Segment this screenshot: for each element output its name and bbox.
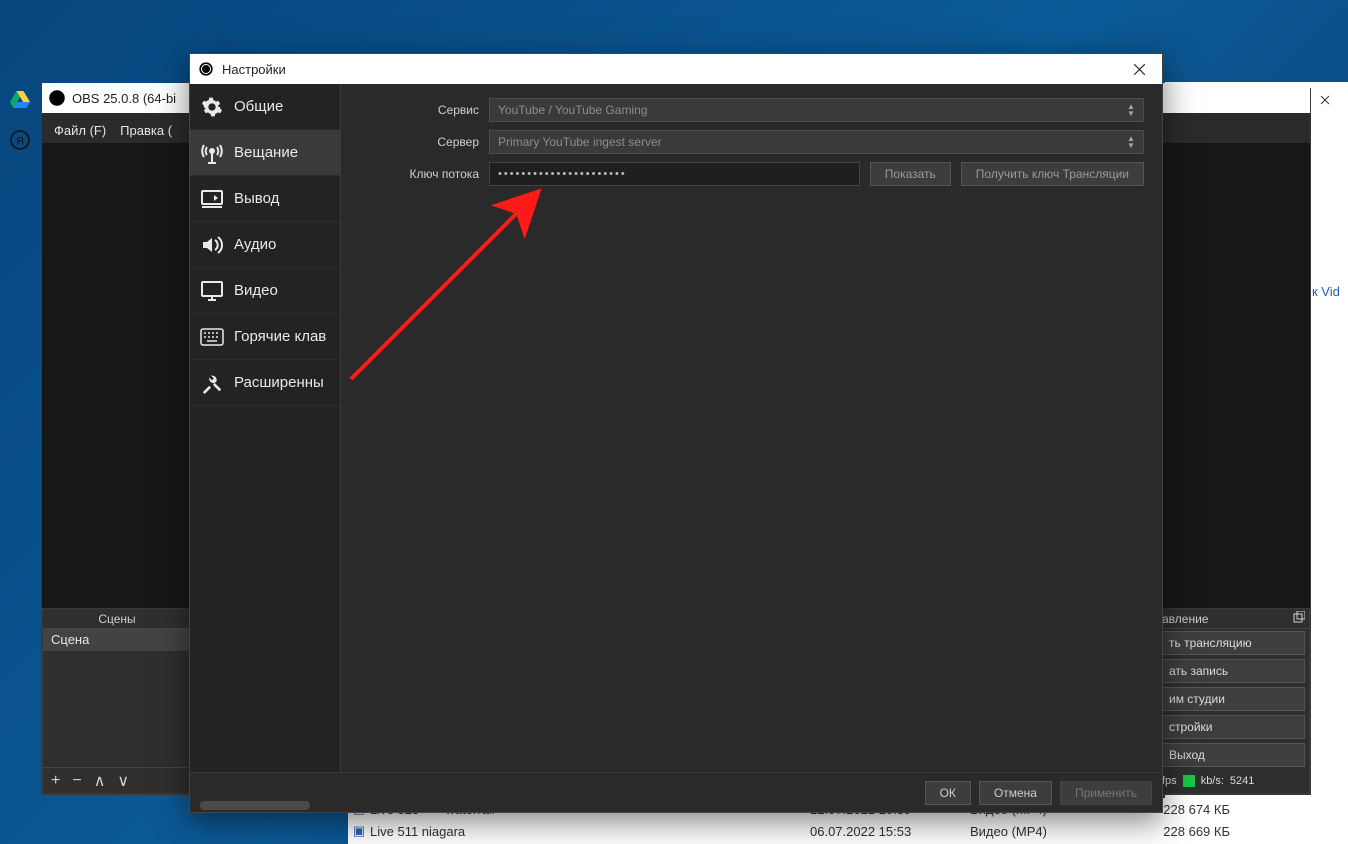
scene-up-button[interactable]: ∧	[94, 771, 106, 791]
category-general[interactable]: Общие	[190, 84, 340, 130]
video-icon	[200, 279, 224, 303]
settings-title: Настройки	[222, 62, 286, 77]
show-key-button[interactable]: Показать	[870, 162, 951, 186]
server-select[interactable]: Primary YouTube ingest server ▲▼	[489, 130, 1144, 154]
obs-title-text: OBS 25.0.8 (64-bi	[72, 91, 176, 106]
file-row[interactable]: ▣ Live 511 niagara 06.07.2022 15:53 Виде…	[348, 820, 1308, 842]
scene-item[interactable]: Сцена	[43, 629, 191, 651]
stream-key-input[interactable]: ••••••••••••••••••••••	[489, 162, 860, 186]
start-record-button[interactable]: ать запись	[1160, 659, 1305, 683]
broadcast-icon	[200, 141, 224, 165]
server-label: Сервер	[359, 135, 479, 149]
cancel-button[interactable]: Отмена	[979, 781, 1052, 805]
desktop: к Vid Я OBS 25.0.8 (64-bi Файл (F) Правк…	[0, 0, 1348, 844]
chevron-updown-icon: ▲▼	[1123, 102, 1139, 118]
menu-edit[interactable]: Правка (	[120, 123, 172, 137]
start-stream-button[interactable]: ть трансляцию	[1160, 631, 1305, 655]
close-button[interactable]	[1116, 54, 1162, 84]
obs-menubar[interactable]: Файл (F) Правка (	[46, 119, 180, 141]
status-indicator-icon	[1183, 775, 1195, 787]
category-stream[interactable]: Вещание	[190, 130, 340, 176]
tools-icon	[200, 371, 224, 395]
controls-header: авление	[1156, 609, 1309, 629]
stream-key-label: Ключ потока	[359, 167, 479, 181]
category-advanced[interactable]: Расширенны	[190, 360, 340, 406]
scenes-toolbar: + − ∧ ∨	[43, 767, 191, 793]
category-audio[interactable]: Аудио	[190, 222, 340, 268]
popout-icon[interactable]	[1293, 611, 1305, 623]
obs-icon	[48, 89, 66, 107]
category-output[interactable]: Вывод	[190, 176, 340, 222]
remove-scene-button[interactable]: −	[72, 772, 81, 790]
output-icon	[200, 187, 224, 211]
sidebar-scrollbar[interactable]	[200, 801, 330, 810]
scenes-dock: Сцены Сцена + − ∧ ∨	[42, 608, 192, 794]
scene-down-button[interactable]: ∨	[117, 771, 129, 791]
keyboard-icon	[200, 325, 224, 349]
yandex-icon[interactable]: Я	[0, 120, 40, 160]
service-label: Сервис	[359, 103, 479, 117]
menu-file[interactable]: Файл (F)	[54, 123, 106, 137]
scenes-header: Сцены	[43, 609, 191, 629]
obs-icon	[198, 61, 214, 77]
explorer-text-fragment: к Vid	[1312, 280, 1348, 302]
file-icon: ▣	[348, 823, 370, 839]
taskbar-icons: Я	[0, 80, 40, 160]
category-hotkeys[interactable]: Горячие клав	[190, 314, 340, 360]
status-bar: fps kb/s: 5241	[1156, 769, 1309, 793]
exit-button[interactable]: Выход	[1160, 743, 1305, 767]
settings-footer: ОК Отмена Применить	[190, 772, 1162, 812]
service-select[interactable]: YouTube / YouTube Gaming ▲▼	[489, 98, 1144, 122]
settings-pane-stream: Сервис YouTube / YouTube Gaming ▲▼ Серве…	[341, 84, 1162, 772]
get-stream-key-button[interactable]: Получить ключ Трансляции	[961, 162, 1144, 186]
audio-icon	[200, 233, 224, 257]
google-drive-icon[interactable]	[0, 80, 40, 120]
gear-icon	[200, 95, 224, 119]
settings-button[interactable]: стройки	[1160, 715, 1305, 739]
add-scene-button[interactable]: +	[51, 772, 60, 790]
settings-titlebar[interactable]: Настройки	[190, 54, 1162, 84]
ok-button[interactable]: ОК	[925, 781, 971, 805]
settings-dialog: Настройки Общие Вещание	[189, 53, 1163, 813]
settings-sidebar: Общие Вещание Вывод	[190, 84, 341, 772]
category-video[interactable]: Видео	[190, 268, 340, 314]
studio-mode-button[interactable]: им студии	[1160, 687, 1305, 711]
svg-text:Я: Я	[16, 136, 24, 148]
apply-button[interactable]: Применить	[1060, 781, 1152, 805]
controls-dock: авление ть трансляцию ать запись им студ…	[1155, 608, 1310, 794]
chevron-updown-icon: ▲▼	[1123, 134, 1139, 150]
